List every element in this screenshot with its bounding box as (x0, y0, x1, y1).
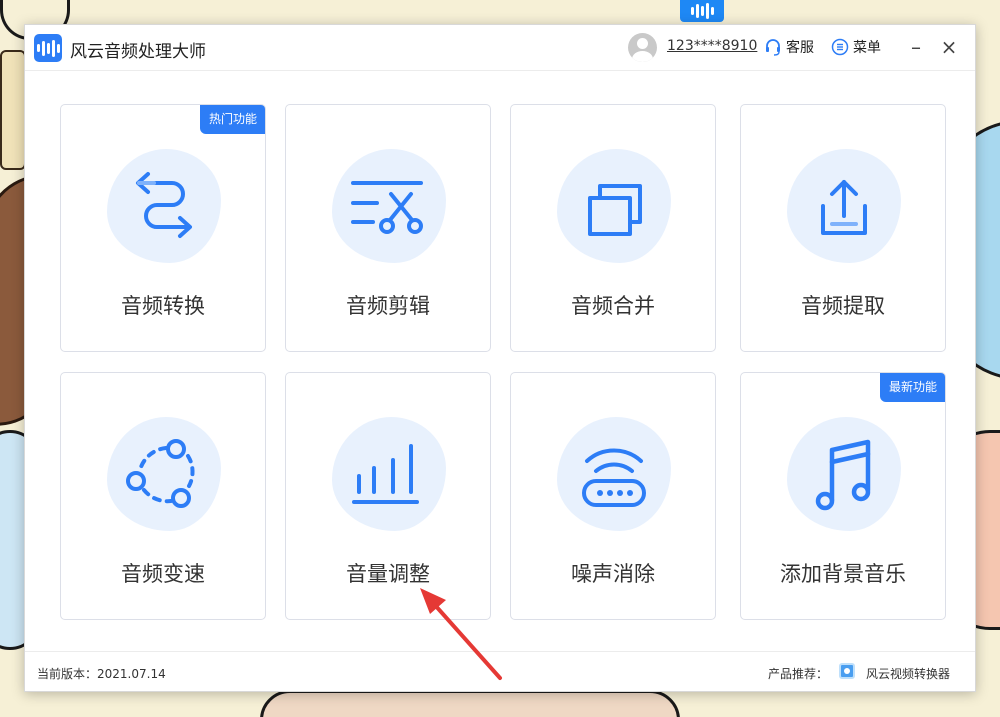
app-logo-icon (34, 34, 62, 62)
merge-icon (588, 184, 642, 236)
customer-service-button[interactable]: 客服 (764, 37, 814, 57)
feature-label: 音频转换 (121, 294, 205, 318)
feature-card-audio-extract[interactable]: 音频提取 (740, 104, 946, 352)
menu-list-icon (831, 38, 849, 56)
feature-label: 音频合并 (571, 294, 655, 318)
upload-icon (821, 180, 867, 235)
headset-icon (766, 39, 780, 56)
feature-card-audio-merge[interactable]: 音频合并 (510, 104, 716, 352)
scissors-icon (351, 181, 423, 234)
user-id-link[interactable]: 123****8910 (667, 38, 757, 54)
feature-card-noise-removal[interactable]: 噪声消除 (510, 372, 716, 620)
feature-card-audio-speed[interactable]: 音频变速 (60, 372, 266, 620)
version-text: 当前版本：2021.07.14 (37, 667, 166, 681)
router-icon (582, 448, 646, 507)
feature-card-add-bgm[interactable]: 最新功能 添加背景音乐 (740, 372, 946, 620)
convert-icon (136, 172, 192, 238)
menu-button[interactable]: 菜单 (831, 37, 881, 57)
feature-label: 噪声消除 (571, 562, 655, 586)
recommend-label: 产品推荐： (768, 667, 829, 681)
feature-card-audio-edit[interactable]: 音频剪辑 (285, 104, 491, 352)
new-feature-badge: 最新功能 (879, 373, 945, 402)
desktop-app-icon[interactable] (680, 0, 724, 22)
user-avatar[interactable] (628, 33, 657, 62)
annotation-arrow-icon (420, 588, 502, 680)
minimize-button[interactable]: – (905, 35, 927, 59)
app-title: 风云音频处理大师 (70, 42, 206, 62)
feature-label: 音频剪辑 (346, 294, 430, 318)
title-bar: 风云音频处理大师 123****8910 客服 菜单 – × (25, 25, 975, 71)
volume-bars-icon (352, 444, 419, 504)
hot-feature-badge: 热门功能 (199, 105, 265, 134)
feature-label: 音频变速 (121, 562, 205, 586)
speed-nodes-icon (126, 439, 195, 508)
customer-service-label: 客服 (786, 40, 814, 56)
music-note-icon (815, 439, 871, 511)
video-converter-icon[interactable] (839, 663, 855, 679)
feature-label: 添加背景音乐 (780, 562, 906, 586)
close-button[interactable]: × (938, 35, 960, 59)
feature-card-audio-convert[interactable]: 热门功能 音频转换 (60, 104, 266, 352)
recommend-product-link[interactable]: 风云视频转换器 (866, 665, 950, 682)
menu-label: 菜单 (853, 40, 881, 56)
feature-label: 音频提取 (801, 294, 885, 318)
